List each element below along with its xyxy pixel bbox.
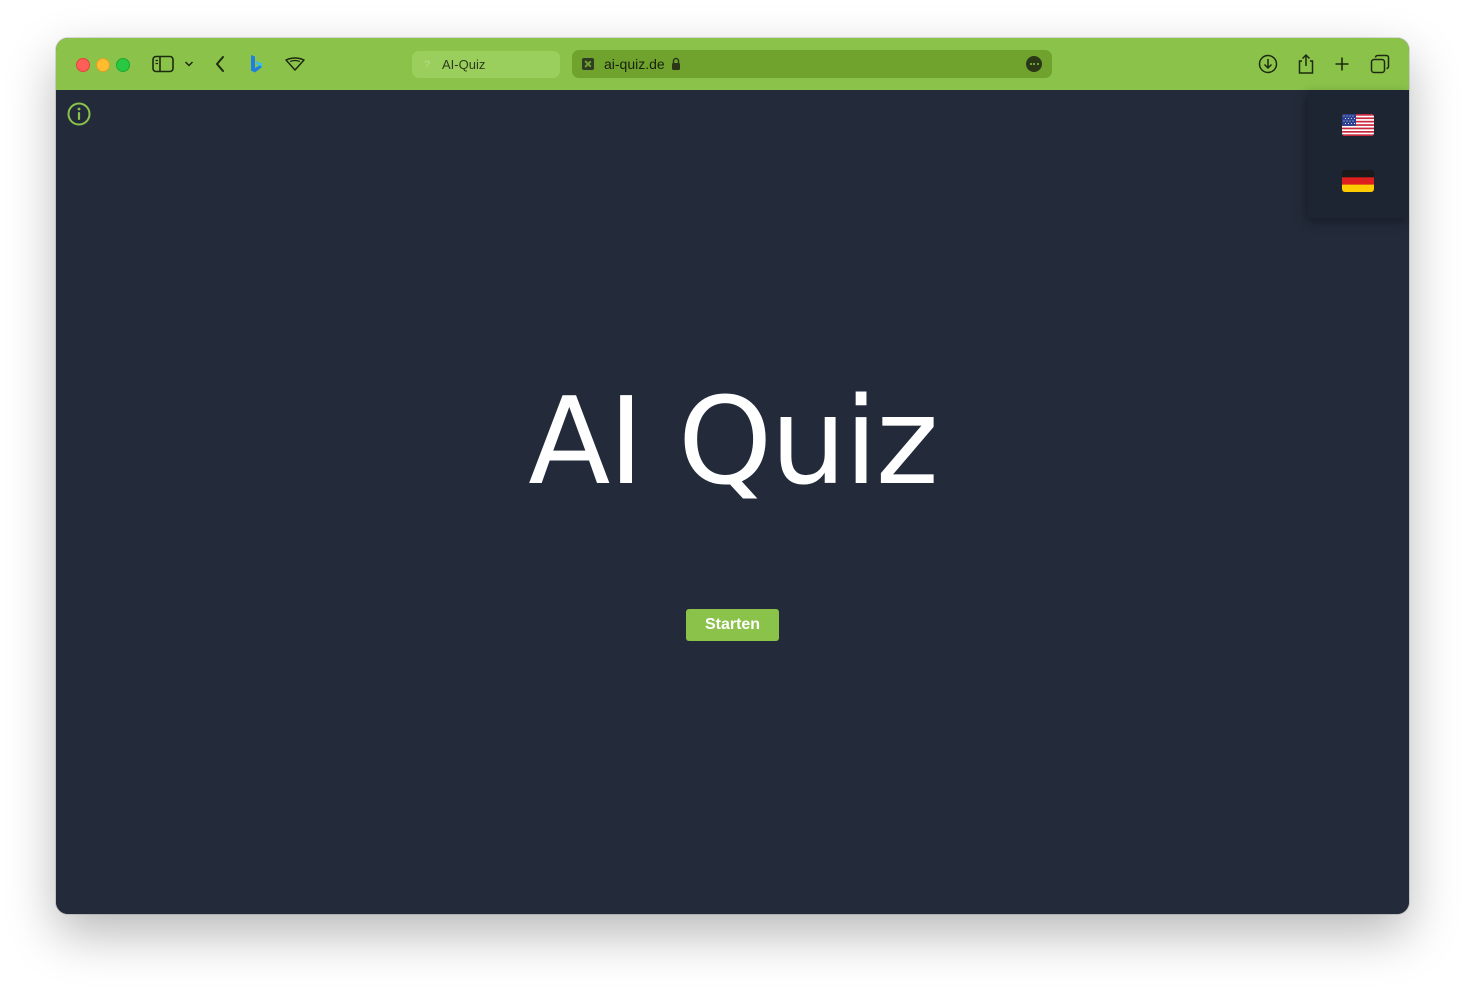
shield-icon[interactable] — [284, 52, 306, 76]
back-icon[interactable] — [214, 52, 226, 76]
site-favicon-icon — [582, 58, 594, 70]
bing-icon[interactable] — [248, 52, 264, 76]
page-content: AI Quiz Starten — [56, 90, 1409, 914]
browser-window: ? AI-Quiz ai-quiz.de AI Quiz Starten — [56, 38, 1409, 914]
chevron-down-icon[interactable] — [184, 52, 194, 76]
sidebar-icon[interactable] — [152, 52, 174, 76]
zoom-window-button[interactable] — [116, 58, 130, 72]
download-icon[interactable] — [1258, 52, 1278, 76]
page-menu-button[interactable] — [1026, 56, 1042, 72]
start-button[interactable]: Starten — [686, 609, 779, 641]
tabs-overview-icon[interactable] — [1370, 52, 1390, 76]
minimize-window-button[interactable] — [96, 58, 110, 72]
tab-favicon-icon: ? — [424, 58, 431, 71]
info-icon[interactable] — [67, 102, 91, 126]
share-icon[interactable] — [1297, 52, 1315, 76]
tab-ai-quiz[interactable]: ? AI-Quiz — [412, 51, 560, 78]
address-text: ai-quiz.de — [604, 56, 665, 72]
browser-toolbar: ? AI-Quiz ai-quiz.de — [56, 38, 1409, 90]
tab-title: AI-Quiz — [442, 57, 486, 72]
lock-icon — [671, 57, 681, 71]
de-flag-icon[interactable] — [1342, 170, 1374, 192]
us-flag-icon[interactable] — [1342, 114, 1374, 136]
new-tab-icon[interactable] — [1334, 52, 1350, 76]
address-bar[interactable]: ai-quiz.de — [572, 50, 1052, 78]
language-switcher — [1308, 90, 1409, 218]
close-window-button[interactable] — [76, 58, 90, 72]
page-title: AI Quiz — [528, 373, 938, 512]
